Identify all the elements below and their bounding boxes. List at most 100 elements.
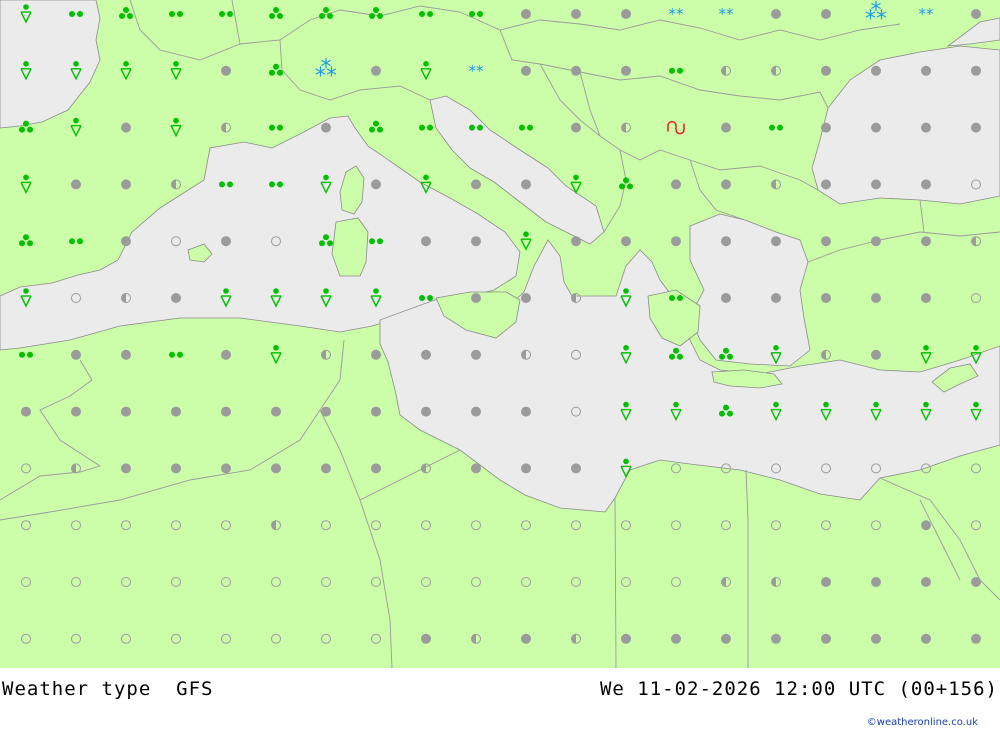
- cloudy-icon: [221, 406, 231, 417]
- cloudy-icon: [621, 633, 631, 644]
- svg-text:**: **: [669, 5, 685, 23]
- svg-text:**: **: [919, 5, 935, 23]
- map-title: Weather type: [2, 678, 152, 700]
- sardinia-island: [331, 217, 369, 277]
- cloudy-icon: [871, 65, 881, 76]
- cloudy-icon: [521, 406, 531, 417]
- svg-text:**: **: [469, 62, 485, 80]
- cloudy-icon: [771, 293, 781, 303]
- cloudy-icon: [721, 293, 731, 303]
- cloudy-icon: [521, 65, 531, 76]
- cloudy-icon: [371, 349, 381, 360]
- snow-icon: **: [919, 5, 935, 23]
- map-canvas: ** ** ⁂ ** ⁂ **: [0, 0, 1000, 668]
- map-footer: Weather type GFS We 11-02-2026 12:00 UTC…: [0, 668, 1000, 733]
- cloudy-icon: [71, 349, 81, 360]
- cloudy-icon: [271, 463, 281, 474]
- cloudy-icon: [471, 179, 481, 190]
- cloudy-icon: [571, 65, 581, 76]
- cloudy-icon: [421, 349, 431, 360]
- cloudy-icon: [821, 293, 831, 303]
- cloudy-icon: [521, 293, 531, 303]
- cloudy-icon: [921, 122, 931, 133]
- cloudy-icon: [771, 9, 781, 19]
- cloudy-icon: [71, 406, 81, 417]
- cloudy-icon: [571, 463, 581, 474]
- cloudy-icon: [421, 633, 431, 644]
- valid-time: We 11-02-2026 12:00 UTC (00+156): [599, 678, 998, 700]
- svg-text:⁂: ⁂: [315, 57, 337, 82]
- snow-showers-icon: ⁂: [315, 57, 337, 82]
- cloudy-icon: [521, 463, 531, 474]
- cloudy-icon: [971, 65, 981, 76]
- cloudy-icon: [571, 9, 581, 19]
- cloudy-icon: [771, 633, 781, 644]
- snow-icon: **: [669, 5, 685, 23]
- cloudy-icon: [221, 463, 231, 474]
- cloudy-icon: [971, 9, 981, 19]
- cloudy-icon: [871, 293, 881, 303]
- cloudy-icon: [871, 633, 881, 644]
- cloudy-icon: [921, 293, 931, 303]
- cloudy-icon: [721, 236, 731, 247]
- cloudy-icon: [821, 633, 831, 644]
- cloudy-icon: [721, 179, 731, 190]
- cloudy-icon: [571, 236, 581, 247]
- cloudy-icon: [121, 236, 131, 247]
- cloudy-icon: [871, 236, 881, 247]
- cloudy-icon: [821, 65, 831, 76]
- cloudy-icon: [621, 236, 631, 247]
- cloudy-icon: [471, 236, 481, 247]
- cloudy-icon: [871, 179, 881, 190]
- cloudy-icon: [371, 179, 381, 190]
- cloudy-icon: [321, 463, 331, 474]
- cloudy-icon: [121, 122, 131, 133]
- cloudy-icon: [121, 463, 131, 474]
- cloudy-icon: [821, 236, 831, 247]
- cloudy-icon: [971, 633, 981, 644]
- cloudy-icon: [121, 179, 131, 190]
- cloudy-icon: [821, 9, 831, 19]
- cloudy-icon: [471, 463, 481, 474]
- credit-link[interactable]: ©weatheronline.co.uk: [867, 717, 978, 728]
- cloudy-icon: [971, 122, 981, 133]
- cloudy-icon: [871, 577, 881, 587]
- cloudy-icon: [171, 293, 181, 303]
- cloudy-icon: [221, 236, 231, 247]
- cloudy-icon: [571, 122, 581, 133]
- cloudy-icon: [371, 65, 381, 76]
- cloudy-icon: [121, 349, 131, 360]
- cloudy-icon: [671, 236, 681, 247]
- cloudy-icon: [671, 633, 681, 644]
- cloudy-icon: [371, 463, 381, 474]
- cloudy-icon: [171, 406, 181, 417]
- cloudy-icon: [71, 179, 81, 190]
- snow-icon: **: [719, 5, 735, 23]
- cloudy-icon: [471, 293, 481, 303]
- cloudy-icon: [821, 122, 831, 133]
- weather-map: ** ** ⁂ ** ⁂ **: [0, 0, 1000, 668]
- cloudy-icon: [421, 406, 431, 417]
- cloudy-icon: [721, 633, 731, 644]
- cloudy-icon: [471, 406, 481, 417]
- snow-showers-icon: ⁂: [865, 0, 887, 25]
- model-name: GFS: [176, 678, 214, 700]
- cloudy-icon: [471, 349, 481, 360]
- map-title-line: Weather type GFS: [2, 678, 214, 700]
- cloudy-icon: [21, 406, 31, 417]
- cloudy-icon: [321, 122, 331, 133]
- cloudy-icon: [971, 577, 981, 587]
- cloudy-icon: [921, 179, 931, 190]
- cloudy-icon: [321, 406, 331, 417]
- cloudy-icon: [821, 577, 831, 587]
- cloudy-icon: [771, 236, 781, 247]
- cloudy-icon: [721, 122, 731, 133]
- cloudy-icon: [621, 65, 631, 76]
- cloudy-icon: [871, 122, 881, 133]
- cloudy-icon: [871, 349, 881, 360]
- cloudy-icon: [921, 577, 931, 587]
- cloudy-icon: [921, 520, 931, 531]
- cloudy-icon: [421, 236, 431, 247]
- snow-icon: **: [469, 62, 485, 80]
- cloudy-icon: [221, 349, 231, 360]
